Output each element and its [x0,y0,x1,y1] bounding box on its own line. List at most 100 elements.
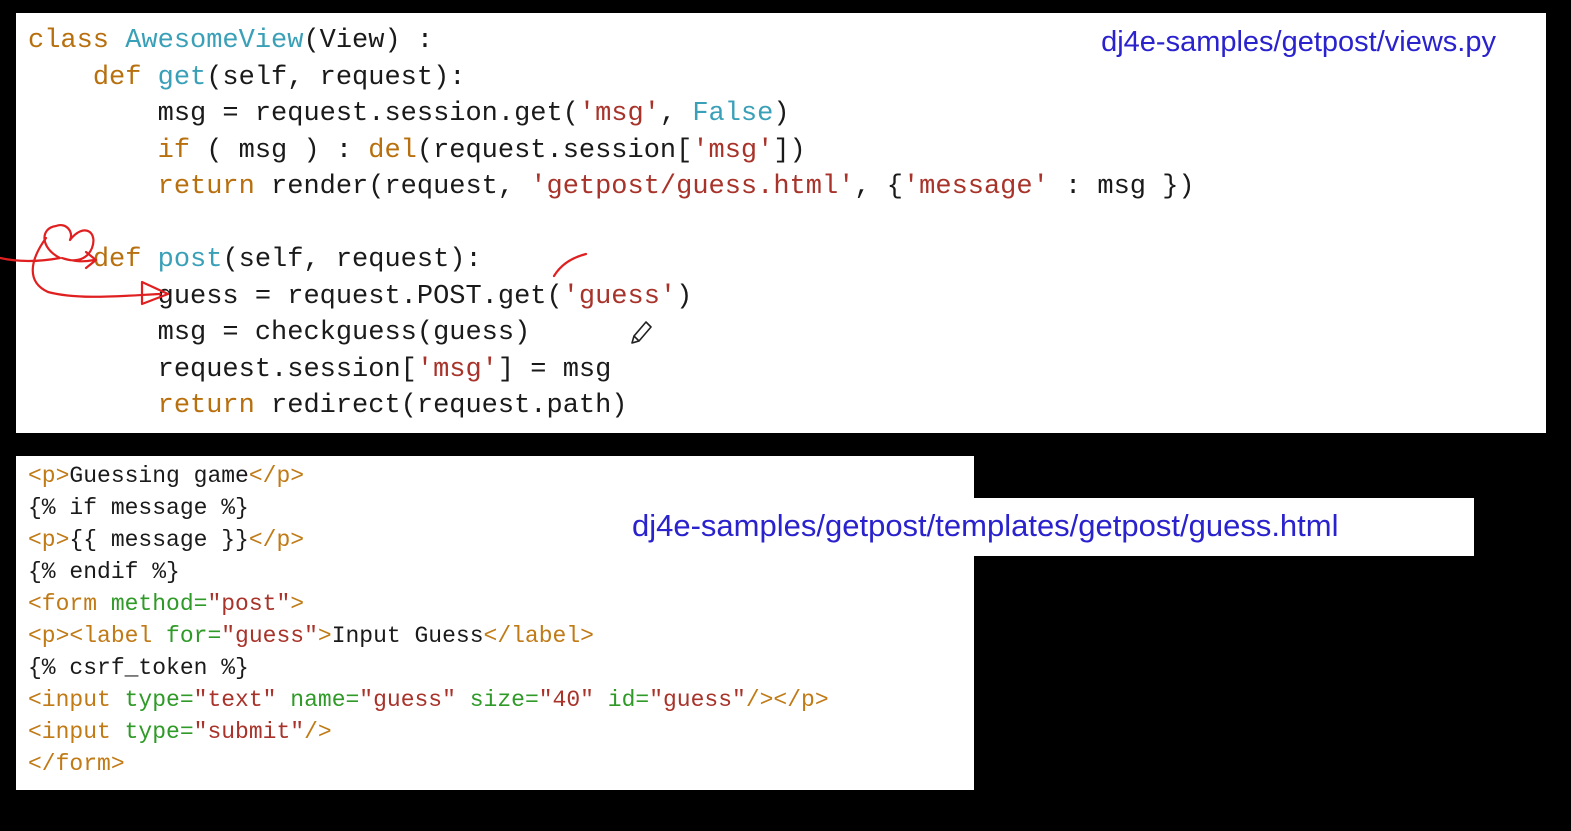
code-token: > [290,591,305,617]
code-token: "text" [193,687,277,713]
code-token: class [28,26,126,56]
code-token: {% csrf_token %} [28,655,249,681]
python-code-line [28,206,1195,243]
code-token: : msg }) [1048,172,1195,202]
code-token: False [692,99,774,129]
views-file-path: dj4e-samples/getpost/views.py [1101,26,1496,58]
python-code-line: def get(self, request): [28,60,1195,97]
python-code-line: def post(self, request): [28,242,1195,279]
code-token: <form [28,591,111,617]
code-token: post [157,245,223,275]
template-code-line: {% csrf_token %} [28,652,829,684]
code-token: {% if message %} [28,495,249,521]
code-token: return [157,172,255,202]
code-token: (View) : [303,26,434,56]
code-token: guess = request.POST.get( [28,281,563,312]
code-token: /> [304,719,332,745]
python-code-line: msg = checkguess(guess) [28,315,1195,352]
code-token: def [92,245,158,275]
template-code-line: <input type="text" name="guess" size="40… [28,684,829,716]
code-token: redirect(request.path) [254,391,628,421]
code-token: del [368,135,417,166]
code-token: Guessing game [69,463,249,489]
code-token: msg = request.session.get( [28,99,579,129]
python-code-line: return render(request, 'getpost/guess.ht… [28,169,1195,206]
code-token: (request.session[ [416,135,693,166]
code-token: if [157,135,191,166]
code-token: 'getpost/guess.html' [530,172,855,202]
code-token: <p><label [28,623,167,649]
code-token: (self, request): [206,62,466,93]
template-file-path: dj4e-samples/getpost/templates/getpost/g… [632,508,1339,543]
code-token: ) [773,99,790,129]
code-token: <p> [28,463,70,489]
code-token: 'guess' [562,281,677,312]
code-token: {% endif %} [28,559,180,585]
template-code-line: {% endif %} [28,556,829,588]
code-token: def [92,62,158,93]
code-token: <p> [28,527,70,553]
code-token: 'msg' [416,354,498,385]
python-code-line: guess = request.POST.get('guess') [28,279,1195,316]
code-token: for= [166,623,222,649]
code-token: msg = checkguess(guess) [28,318,531,348]
code-token: ( msg ) : [190,135,369,166]
python-code-line: if ( msg ) : del(request.session['msg']) [28,133,1195,170]
code-token: 'message' [902,172,1049,202]
code-token: ] = msg [497,354,612,385]
code-token: /></p> [745,687,829,713]
code-token: <input [28,687,125,713]
code-token: </p> [248,527,305,553]
code-token: </form> [28,751,125,777]
code-token: , { [854,172,903,202]
code-token: ) [676,281,693,312]
code-token: Input Guess [331,623,484,649]
code-token: ]) [773,135,806,166]
code-token: "guess" [649,687,746,713]
code-token: "guess" [359,687,456,713]
code-token: "submit" [193,719,305,745]
template-code-line: <p>Guessing game</p> [28,460,829,492]
code-token: <input [28,719,125,745]
code-token: name= [290,687,360,713]
code-token: </label> [483,623,594,649]
python-code-block: class AwesomeView(View) : def get(self, … [28,23,1195,425]
code-token: > [317,623,332,649]
code-token: , [659,99,693,129]
code-token: 'msg' [692,135,774,166]
template-code-line: </form> [28,748,829,780]
code-token: "40" [538,687,594,713]
code-token: 'msg' [578,99,660,129]
code-token: type= [124,719,194,745]
code-token: "post" [207,591,291,617]
template-path-box: dj4e-samples/getpost/templates/getpost/g… [614,498,1474,556]
code-token: {{ message }} [69,527,249,553]
code-token: type= [124,687,194,713]
code-token: get [157,62,207,93]
code-token: method= [110,591,208,617]
code-token: return [157,391,255,421]
python-code-line: return redirect(request.path) [28,388,1195,425]
python-code-panel: class AwesomeView(View) : def get(self, … [16,13,1546,433]
python-code-line: request.session['msg'] = msg [28,352,1195,389]
code-token: "guess" [221,623,318,649]
template-code-line: <form method="post"> [28,588,829,620]
code-token: request.session[ [28,354,417,385]
code-token: render(request, [254,172,531,202]
code-token: </p> [248,463,305,489]
python-code-line: msg = request.session.get('msg', False) [28,96,1195,133]
template-code-line: <input type="submit"/> [28,716,829,748]
template-code-line: <p><label for="guess">Input Guess</label… [28,620,829,652]
code-token: AwesomeView [125,26,304,56]
code-token: size= [469,687,539,713]
code-token: id= [607,687,650,713]
python-code-line: class AwesomeView(View) : [28,23,1195,60]
